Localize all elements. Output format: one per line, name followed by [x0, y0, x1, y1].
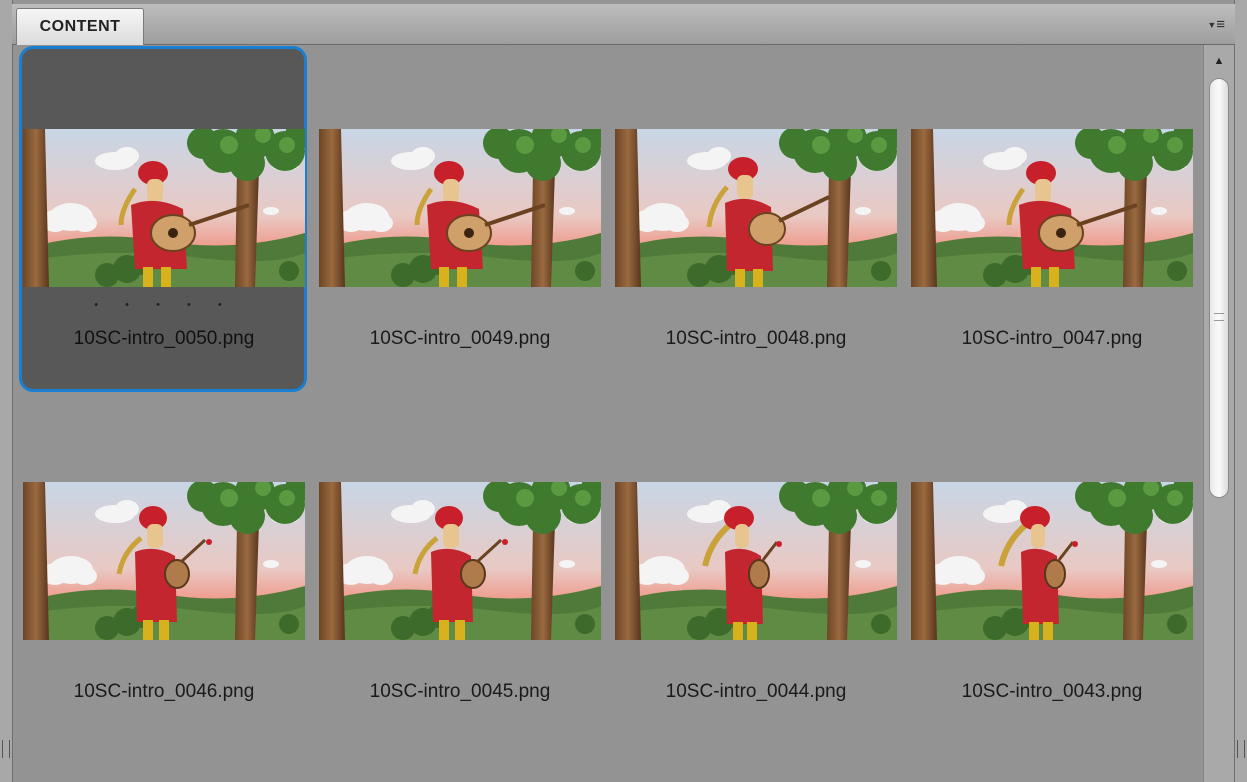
left-panel-edge — [0, 0, 13, 782]
scroll-up-arrow-icon[interactable]: ▲ — [1207, 50, 1231, 72]
resize-grip-icon[interactable] — [1237, 740, 1245, 758]
scroll-grip-icon — [1214, 313, 1224, 321]
right-panel-edge — [1234, 0, 1247, 782]
thumbnail-label[interactable]: 10SC-intro_0048.png — [615, 328, 897, 350]
scroll-thumb[interactable] — [1209, 78, 1229, 498]
thumbnail-image — [615, 129, 897, 287]
thumbnail-label[interactable]: 10SC-intro_0047.png — [911, 328, 1193, 350]
thumbnail-image — [319, 482, 601, 640]
thumbnail-label[interactable]: 10SC-intro_0045.png — [319, 681, 601, 703]
panel-tab-bar: CONTENT ▼≡ — [12, 4, 1235, 45]
thumbnail-label[interactable]: 10SC-intro_0050.png — [23, 328, 305, 350]
thumbnail-image — [23, 482, 305, 640]
panel-menu-icon[interactable]: ▼≡ — [1199, 16, 1225, 34]
thumbnail-label[interactable]: 10SC-intro_0043.png — [911, 681, 1193, 703]
thumbnail-label[interactable]: 10SC-intro_0046.png — [23, 681, 305, 703]
thumbnail-image — [319, 129, 601, 287]
thumbnail-image — [23, 129, 305, 287]
rating-dots[interactable]: • • • • • — [23, 299, 305, 311]
thumbnail-image — [911, 482, 1193, 640]
tab-content[interactable]: CONTENT — [16, 8, 144, 45]
thumbnail-image — [615, 482, 897, 640]
thumbnail-label[interactable]: 10SC-intro_0049.png — [319, 328, 601, 350]
content-panel: CONTENT ▼≡ • • • • • 10SC-intro_0050.png… — [0, 0, 1247, 782]
vertical-scrollbar[interactable]: ▲ — [1203, 45, 1234, 782]
resize-grip-icon[interactable] — [2, 740, 10, 758]
thumbnail-label[interactable]: 10SC-intro_0044.png — [615, 681, 897, 703]
thumbnail-image — [911, 129, 1193, 287]
thumbnail-grid: • • • • • 10SC-intro_0050.png 10SC-intro… — [14, 45, 1201, 782]
